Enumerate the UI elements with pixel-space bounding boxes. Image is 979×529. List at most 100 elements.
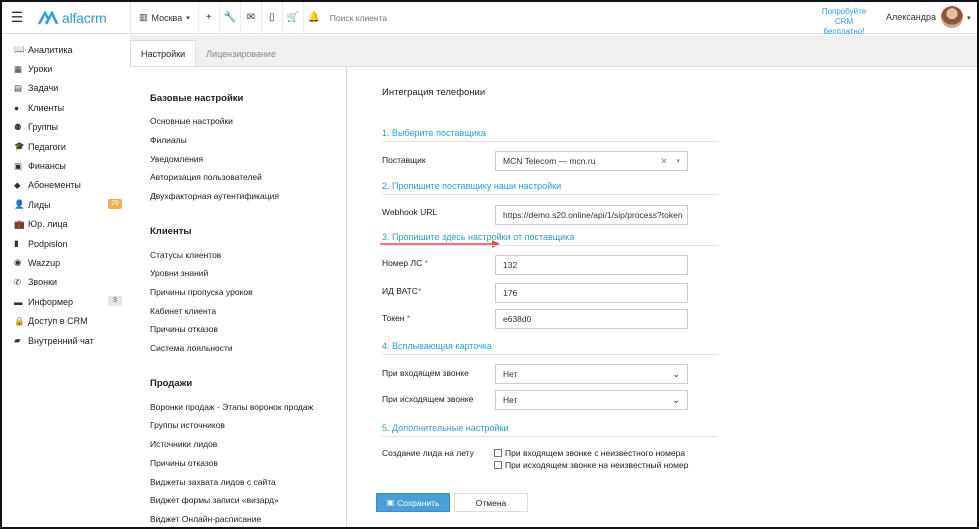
- step-heading: 5. Дополнительные настройки: [382, 423, 718, 437]
- chat-icon: ▰: [14, 335, 21, 346]
- create-lead-label: Создание лида на лету: [382, 448, 474, 458]
- settings-link[interactable]: Кабинет клиента: [150, 306, 216, 316]
- sidebar-item-label: Доступ в CRM: [28, 316, 88, 327]
- book-icon: 📖: [14, 44, 25, 55]
- sidebar-item-crm-access[interactable]: 🔒 Доступ в CRM: [2, 311, 130, 330]
- pbx-id-field[interactable]: 176: [495, 283, 688, 303]
- save-button[interactable]: ▣ Сохранить: [376, 493, 450, 512]
- logo-mark-icon: [38, 10, 58, 25]
- cart-icon[interactable]: 🛒: [281, 2, 303, 34]
- webhook-url-field[interactable]: https://demo.s20.online/api/1/sip/proces…: [495, 205, 688, 225]
- sidebar-item-label: Педагоги: [28, 141, 66, 152]
- step-heading: 3. Пропишите здесь настройки от поставщи…: [382, 232, 718, 246]
- step-heading: 4. Всплывающая карточка: [382, 341, 718, 355]
- bell-icon[interactable]: 🔔: [302, 2, 324, 34]
- sidebar-item-wazzup[interactable]: ◉ Wazzup: [2, 253, 130, 272]
- sidebar-item-podpislon[interactable]: ▮ Podpislon: [2, 234, 130, 253]
- outgoing-call-select[interactable]: Нет ⌄: [495, 390, 688, 410]
- settings-panel: Базовые настройки Основные настройки Фил…: [130, 66, 977, 527]
- clear-icon[interactable]: ✕: [660, 156, 667, 167]
- sidebar-item-teachers[interactable]: 🎓 Педагоги: [2, 137, 130, 156]
- step-heading: 2. Пропишите поставщику наши настройки: [382, 181, 718, 195]
- settings-link[interactable]: Виджет Онлайн-расписание: [150, 514, 261, 524]
- incoming-unknown-checkbox[interactable]: При входящем звонке с неизвестного номер…: [494, 448, 685, 458]
- building-icon: ▥: [139, 12, 148, 22]
- outgoing-unknown-checkbox[interactable]: При исходящем звонке на неизвестный номе…: [494, 460, 688, 470]
- trial-promo-link[interactable]: Попробуйте CRM бесплатно!: [814, 7, 874, 37]
- add-icon[interactable]: +: [197, 2, 219, 34]
- sidebar-item-analytics[interactable]: 📖 Аналитика: [2, 40, 130, 59]
- chevron-down-icon: ⌄: [672, 368, 680, 379]
- branch-selector[interactable]: ▥ Москва ▾: [131, 2, 198, 34]
- tab-settings[interactable]: Настройки: [130, 40, 197, 67]
- avatar[interactable]: [941, 6, 963, 28]
- sidebar-item-tasks[interactable]: ▤ Задачи: [2, 79, 130, 98]
- cancel-button[interactable]: Отмена: [454, 493, 528, 512]
- tab-bar: Настройки Лицензирование: [130, 40, 286, 67]
- settings-link[interactable]: Уведомления: [150, 154, 203, 164]
- sidebar-item-leads[interactable]: 👤 Лиды 29: [2, 195, 130, 214]
- sidebar-item-label: Аналитика: [28, 44, 73, 55]
- settings-menu: Базовые настройки Основные настройки Фил…: [130, 67, 347, 527]
- token-label: Токен *: [382, 313, 411, 323]
- settings-link[interactable]: Воронки продаж - Этапы воронок продаж: [150, 402, 313, 412]
- sidebar-item-label: Финансы: [28, 161, 66, 172]
- settings-link[interactable]: Причины пропуска уроков: [150, 287, 253, 297]
- settings-link[interactable]: Система лояльности: [150, 343, 233, 353]
- settings-link[interactable]: Группы источников: [150, 420, 225, 430]
- settings-link[interactable]: Причины отказов: [150, 458, 218, 468]
- checkbox-box[interactable]: [494, 461, 502, 469]
- mobile-icon[interactable]: ▯: [260, 2, 282, 34]
- sidebar-item-informer[interactable]: ▬ Информер 3: [2, 292, 130, 311]
- sidebar-item-label: Задачи: [28, 83, 59, 94]
- settings-link[interactable]: Основные настройки: [150, 116, 233, 126]
- sidebar-item-label: Уроки: [28, 64, 53, 75]
- sidebar-item-lessons[interactable]: ▦ Уроки: [2, 59, 130, 78]
- chevron-down-icon: ⌄: [672, 394, 680, 405]
- sidebar-item-finance[interactable]: ▣ Финансы: [2, 156, 130, 175]
- checkbox-label: При входящем звонке с неизвестного номер…: [505, 448, 686, 458]
- sidebar-item-clients[interactable]: ● Клиенты: [2, 98, 130, 117]
- sidebar-item-label: Podpislon: [28, 238, 68, 249]
- inbox-icon: ▬: [14, 296, 23, 307]
- incoming-call-value: Нет: [503, 369, 518, 379]
- settings-link[interactable]: Статусы клиентов: [150, 250, 221, 260]
- envelope-icon[interactable]: ✉: [239, 2, 261, 34]
- settings-link[interactable]: Причины отказов: [150, 324, 218, 334]
- hamburger-menu-icon[interactable]: ☰: [2, 2, 32, 34]
- phone-icon: ✆: [14, 276, 22, 287]
- user-name[interactable]: Александра: [886, 12, 936, 22]
- sidebar-item-subscriptions[interactable]: ◆ Абонементы: [2, 176, 130, 195]
- section-title-basic: Базовые настройки: [150, 93, 244, 104]
- user-menu-chevron-icon[interactable]: ▾: [967, 14, 971, 22]
- sidebar-item-label: Юр. лица: [28, 219, 68, 230]
- wrench-icon[interactable]: 🔧: [218, 2, 240, 34]
- settings-link[interactable]: Авторизация пользователей: [150, 172, 262, 182]
- checkbox-box[interactable]: [494, 449, 502, 457]
- sidebar-item-groups[interactable]: ⚉ Группы: [2, 118, 130, 137]
- token-field[interactable]: e638d0: [495, 309, 688, 329]
- account-number-field[interactable]: 132: [495, 255, 688, 275]
- user-plus-icon: 👤: [14, 199, 25, 210]
- incoming-call-select[interactable]: Нет ⌄: [495, 364, 688, 384]
- settings-link[interactable]: Источники лидов: [150, 439, 217, 449]
- user-icon: ●: [14, 102, 20, 113]
- sidebar-item-label: Внутренний чат: [28, 335, 94, 346]
- provider-select[interactable]: MCN Telecom — mcn.ru ✕ ▾: [495, 151, 688, 171]
- client-search-input[interactable]: [329, 12, 530, 23]
- tab-licensing[interactable]: Лицензирование: [196, 40, 286, 67]
- sidebar-item-internal-chat[interactable]: ▰ Внутренний чат: [2, 331, 130, 350]
- logo[interactable]: alfacrm: [38, 10, 130, 26]
- provider-value: MCN Telecom — mcn.ru: [503, 156, 596, 166]
- settings-link[interactable]: Уровни знаний: [150, 268, 208, 278]
- settings-link[interactable]: Филиалы: [150, 135, 187, 145]
- settings-link[interactable]: Двухфакторная аутентификация: [150, 191, 279, 201]
- settings-link[interactable]: Виджет формы записи «визард»: [150, 495, 279, 505]
- form-title: Интеграция телефонии: [382, 87, 486, 98]
- main-content: Настройки Лицензирование Базовые настрой…: [130, 35, 977, 527]
- settings-link[interactable]: Виджеты захвата лидов с сайта: [150, 477, 276, 487]
- informer-count-badge: 3: [108, 296, 122, 307]
- sidebar-item-legal-entities[interactable]: 💼 Юр. лица: [2, 215, 130, 234]
- sidebar-item-calls[interactable]: ✆ Звонки: [2, 273, 130, 292]
- section-title-sales: Продажи: [150, 378, 193, 389]
